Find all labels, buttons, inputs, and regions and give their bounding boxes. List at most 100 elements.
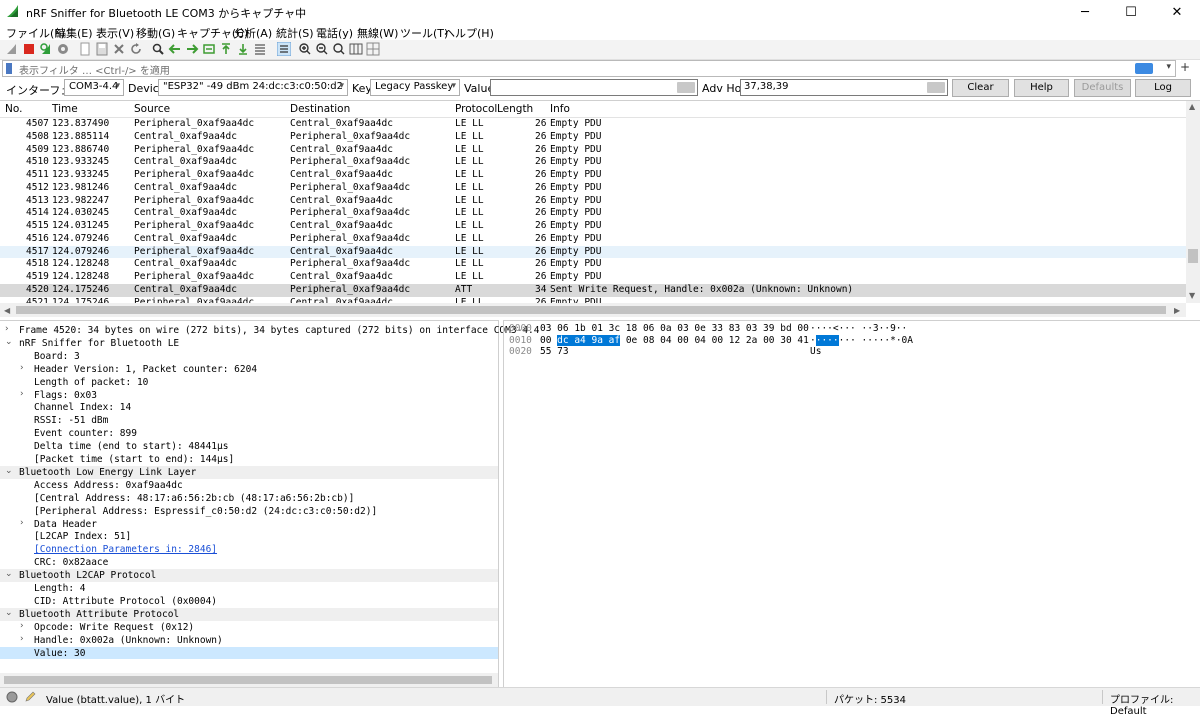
detail-field-row[interactable]: Channel Index: 14 <box>0 401 498 414</box>
packet-row[interactable]: 4520 124.175246 Central_0xaf9aa4dc Peripher… <box>0 283 1186 297</box>
interface-select[interactable]: COM3-4.4 ▾ <box>64 79 124 96</box>
normal-size-icon[interactable] <box>332 42 346 56</box>
col-header-protocol[interactable]: Protocol <box>455 103 497 115</box>
defaults-button[interactable]: Defaults <box>1074 79 1131 97</box>
hexdump-bytes[interactable]: 00 dc a4 9a af 0e 08 04 00 04 00 12 2a 0… <box>540 334 809 347</box>
expand-chevron-icon[interactable]: › <box>20 518 24 528</box>
packet-row[interactable]: 4515 124.031245 Peripheral_0xaf9aa4dc Centr… <box>0 220 1186 233</box>
detail-section-row[interactable]: ⌄ Bluetooth Low Energy Link Layer <box>0 465 498 479</box>
scroll-left-icon[interactable]: ◀ <box>4 306 10 315</box>
menu-tools[interactable]: ツール(T) <box>400 25 448 41</box>
detail-field-row[interactable]: Access Address: 0xaf9aa4dc <box>0 479 498 492</box>
menu-edit[interactable]: 編集(E) <box>55 25 93 41</box>
menu-view[interactable]: 表示(V) <box>96 25 134 41</box>
add-filter-button[interactable]: + <box>1180 60 1190 74</box>
detail-field-row[interactable]: Delta time (end to start): 48441µs <box>0 440 498 453</box>
details-hscroll-thumb[interactable] <box>4 676 492 684</box>
start-capture-fin-icon[interactable] <box>5 42 19 56</box>
clear-button[interactable]: Clear <box>952 79 1009 97</box>
close-button[interactable]: ✕ <box>1154 0 1200 24</box>
packet-row[interactable]: 4512 123.981246 Central_0xaf9aa4dc Peripher… <box>0 182 1186 195</box>
details-hscrollbar[interactable] <box>0 673 498 687</box>
expand-chevron-icon[interactable]: › <box>20 634 24 644</box>
stop-capture-icon[interactable] <box>22 42 36 56</box>
col-header-info[interactable]: Info <box>550 103 570 115</box>
close-file-icon[interactable] <box>112 42 126 56</box>
detail-field-row[interactable]: › Data Header <box>0 518 498 531</box>
first-packet-icon[interactable] <box>219 42 233 56</box>
detail-link[interactable]: [Connection Parameters in: 2846] <box>34 543 217 556</box>
detail-field-row[interactable]: [Packet time (start to end): 144µs] <box>0 453 498 466</box>
device-select[interactable]: "ESP32" -49 dBm 24:dc:c3:c0:50:d2 public… <box>158 79 348 96</box>
save-file-icon[interactable] <box>95 42 109 56</box>
hexdump-ascii[interactable]: ····<··· ··3··9·· <box>810 323 907 335</box>
resize-columns-icon[interactable] <box>349 42 363 56</box>
detail-field-row[interactable]: [L2CAP Index: 51] <box>0 530 498 543</box>
detail-field-row[interactable]: [Peripheral Address: Espressif_c0:50:d2 … <box>0 505 498 518</box>
detail-field-row[interactable]: Value: 30 <box>0 646 498 660</box>
packet-row[interactable]: 4508 123.885114 Central_0xaf9aa4dc Peripher… <box>0 131 1186 144</box>
log-button[interactable]: Log <box>1135 79 1191 97</box>
detail-field-row[interactable]: [Central Address: 48:17:a6:56:2b:cb (48:… <box>0 492 498 505</box>
go-to-packet-icon[interactable] <box>202 42 216 56</box>
auto-scroll-icon[interactable] <box>253 42 267 56</box>
menu-go[interactable]: 移動(G) <box>136 25 175 41</box>
packet-row[interactable]: 4519 124.128248 Peripheral_0xaf9aa4dc Centr… <box>0 271 1186 284</box>
packet-list-hscrollbar[interactable]: ◀ ▶ <box>0 303 1186 317</box>
packet-list-hscroll-thumb[interactable] <box>16 306 1166 314</box>
expand-chevron-icon[interactable]: › <box>20 363 24 373</box>
packet-row[interactable]: 4511 123.933245 Peripheral_0xaf9aa4dc Centr… <box>0 169 1186 182</box>
col-header-length[interactable]: Length <box>497 103 533 115</box>
expert-info-icon[interactable] <box>6 691 18 703</box>
value-input[interactable] <box>490 79 698 96</box>
expand-chevron-icon[interactable]: › <box>20 389 24 399</box>
maximize-button[interactable]: ☐ <box>1108 0 1154 24</box>
detail-field-row[interactable]: › Header Version: 1, Packet counter: 6204 <box>0 363 498 376</box>
menu-wireless[interactable]: 無線(W) <box>357 25 398 41</box>
expand-chevron-icon[interactable]: › <box>20 621 24 631</box>
detail-field-row[interactable]: › Flags: 0x03 <box>0 389 498 402</box>
restart-capture-icon[interactable] <box>39 42 53 56</box>
col-header-time[interactable]: Time <box>52 103 78 115</box>
hexdump-bytes[interactable]: 55 73 <box>540 346 569 358</box>
go-forward-icon[interactable] <box>185 42 199 56</box>
detail-section-row[interactable]: ⌄ Bluetooth L2CAP Protocol <box>0 569 498 582</box>
scroll-down-icon[interactable]: ▼ <box>1189 291 1195 300</box>
display-filter-input[interactable]: 表示フィルタ … <Ctrl-/> を適用 ▾ <box>2 60 1176 77</box>
menu-statistics[interactable]: 統計(S) <box>276 25 314 41</box>
detail-field-row[interactable]: Board: 3 <box>0 350 498 363</box>
menu-help[interactable]: ヘルプ(H) <box>444 25 494 41</box>
bookmark-icon[interactable] <box>6 63 12 74</box>
detail-field-row[interactable]: RSSI: -51 dBm <box>0 414 498 427</box>
capture-comment-pencil-icon[interactable] <box>24 691 36 703</box>
minimize-button[interactable]: ─ <box>1062 0 1108 24</box>
apply-arrow-icon[interactable] <box>927 82 945 93</box>
apply-arrow-icon[interactable] <box>677 82 695 93</box>
collapse-chevron-icon[interactable]: ⌄ <box>5 337 13 347</box>
scroll-right-icon[interactable]: ▶ <box>1174 306 1180 315</box>
collapse-chevron-icon[interactable]: ⌄ <box>5 608 13 618</box>
zoom-out-icon[interactable] <box>315 42 329 56</box>
status-profile[interactable]: プロファイル: Default <box>1110 691 1200 717</box>
detail-field-row[interactable]: › Handle: 0x002a (Unknown: Unknown) <box>0 634 498 647</box>
reload-icon[interactable] <box>129 42 143 56</box>
packet-row[interactable]: 4507 123.837490 Peripheral_0xaf9aa4dc Centr… <box>0 118 1186 131</box>
col-header-destination[interactable]: Destination <box>290 103 350 115</box>
layout-panes-icon[interactable] <box>366 42 380 56</box>
go-back-icon[interactable] <box>168 42 182 56</box>
capture-options-gear-icon[interactable] <box>56 42 70 56</box>
collapse-chevron-icon[interactable]: ⌄ <box>5 466 13 476</box>
hexdump-ascii[interactable]: Us <box>810 346 821 358</box>
col-header-source[interactable]: Source <box>134 103 170 115</box>
apply-filter-arrow-icon[interactable] <box>1135 63 1153 74</box>
key-select[interactable]: Legacy Passkey ▾ <box>370 79 460 96</box>
last-packet-icon[interactable] <box>236 42 250 56</box>
menu-telephony[interactable]: 電話(y) <box>316 25 353 41</box>
packet-row[interactable]: 4513 123.982247 Peripheral_0xaf9aa4dc Centr… <box>0 195 1186 208</box>
expand-chevron-icon[interactable]: › <box>5 324 9 334</box>
adv-hop-input[interactable]: 37,38,39 <box>740 79 948 96</box>
packet-row[interactable]: 4509 123.886740 Peripheral_0xaf9aa4dc Centr… <box>0 144 1186 157</box>
col-header-no[interactable]: No. <box>5 103 22 115</box>
packet-row[interactable]: 4510 123.933245 Central_0xaf9aa4dc Peripher… <box>0 156 1186 169</box>
detail-field-row[interactable]: Length of packet: 10 <box>0 376 498 389</box>
